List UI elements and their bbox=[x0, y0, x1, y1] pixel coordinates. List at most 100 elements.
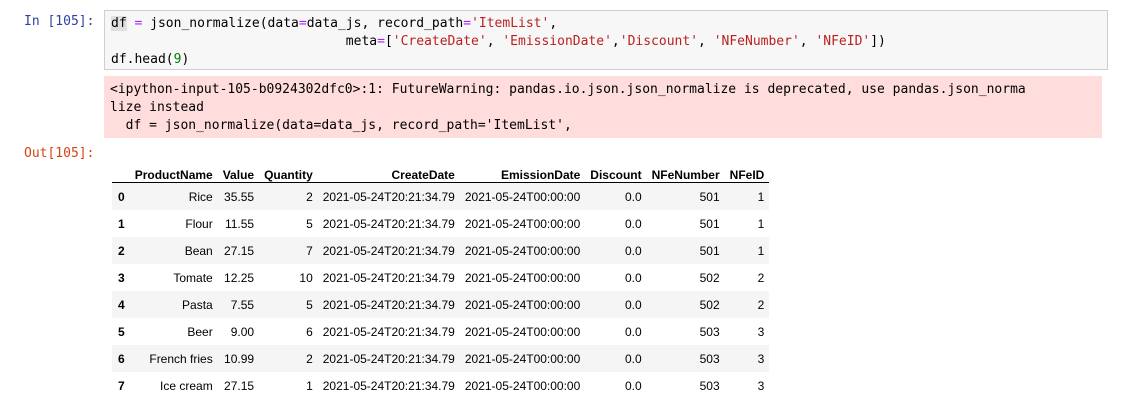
code-token: , bbox=[486, 34, 503, 49]
table-cell: 503 bbox=[699, 351, 720, 366]
table-cell: 502 bbox=[699, 270, 720, 285]
table-cell: Flour bbox=[185, 216, 213, 231]
table-cell: Ice cream bbox=[160, 378, 213, 393]
output-prompt: Out[105]: bbox=[24, 146, 95, 161]
code-token: data_js, record_path bbox=[306, 16, 464, 31]
table-cell: 7 bbox=[306, 243, 313, 258]
table-cell: 0.0 bbox=[624, 216, 642, 231]
table-cell: 2021-05-24T00:00:00 bbox=[464, 216, 581, 231]
table-cell: 0.0 bbox=[624, 189, 642, 204]
table-cell: 27.15 bbox=[224, 243, 255, 258]
table-row: 2 Bean 27.15 7 2021-05-24T20:21:34.79 20… bbox=[112, 237, 770, 264]
table-cell: Rice bbox=[188, 189, 213, 204]
stderr-line: df = json_normalize(data=data_js, record… bbox=[110, 118, 572, 133]
table-cell: 10.99 bbox=[224, 351, 255, 366]
code-operator: = bbox=[377, 34, 385, 49]
row-index: 2 bbox=[118, 243, 125, 258]
code-string: 'CreateDate' bbox=[392, 34, 487, 49]
table-cell: 2021-05-24T00:00:00 bbox=[464, 270, 581, 285]
table-cell: 3 bbox=[757, 378, 765, 393]
row-index: 3 bbox=[118, 270, 125, 285]
table-header-row: ProductName Value Quantity CreateDate Em… bbox=[112, 160, 770, 183]
table-cell: 2021-05-24T00:00:00 bbox=[464, 189, 581, 204]
column-header: CreateDate bbox=[317, 160, 460, 183]
code-cell[interactable]: df = json_normalize(data=data_js, record… bbox=[104, 10, 1108, 70]
table-cell: 5 bbox=[306, 297, 313, 312]
code-line-1: df = json_normalize(data=data_js, record… bbox=[111, 16, 557, 31]
table-cell: 2021-05-24T00:00:00 bbox=[464, 351, 581, 366]
code-token: , bbox=[611, 34, 620, 49]
table-cell: 501 bbox=[699, 243, 720, 258]
code-token: ) bbox=[181, 52, 190, 67]
code-line-2: meta=['CreateDate', 'EmissionDate','Disc… bbox=[111, 34, 886, 49]
table-cell: 0.0 bbox=[624, 351, 642, 366]
table-cell: 3 bbox=[757, 351, 765, 366]
table-row: 6 French fries 10.99 2 2021-05-24T20:21:… bbox=[112, 345, 770, 372]
code-token: ]) bbox=[870, 34, 886, 49]
code-string: 'EmissionDate' bbox=[502, 34, 612, 49]
table-cell: 2 bbox=[757, 297, 765, 312]
table-cell: 503 bbox=[699, 378, 720, 393]
table-cell: 2021-05-24T20:21:34.79 bbox=[322, 324, 455, 339]
table-cell: 12.25 bbox=[224, 270, 255, 285]
stderr-line: <ipython-input-105-b0924302dfc0>:1: Futu… bbox=[110, 82, 1026, 97]
table-cell: 2021-05-24T20:21:34.79 bbox=[322, 243, 455, 258]
table-cell: 6 bbox=[306, 324, 313, 339]
code-string: 'NFeNumber' bbox=[713, 34, 800, 49]
table-cell: Tomate bbox=[173, 270, 213, 285]
table-cell: 1 bbox=[757, 189, 765, 204]
code-string: 'Discount' bbox=[619, 34, 699, 49]
table-cell: 0.0 bbox=[624, 324, 642, 339]
code-token: meta bbox=[111, 34, 378, 49]
table-cell: 7.55 bbox=[230, 297, 255, 312]
code-operator: = bbox=[298, 16, 307, 31]
table-cell: 3 bbox=[757, 324, 765, 339]
table-cell: 501 bbox=[699, 216, 720, 231]
code-token: df bbox=[111, 16, 127, 31]
code-token: , bbox=[549, 16, 558, 31]
table-cell: 2021-05-24T20:21:34.79 bbox=[322, 216, 455, 231]
table-cell: Pasta bbox=[182, 297, 213, 312]
table-cell: 502 bbox=[699, 297, 720, 312]
code-token: , bbox=[799, 34, 816, 49]
table-cell: 2021-05-24T00:00:00 bbox=[464, 297, 581, 312]
code-string: 'ItemList' bbox=[471, 16, 550, 31]
table-cell: 0.0 bbox=[624, 378, 642, 393]
code-token: df.head( bbox=[111, 52, 174, 67]
column-header: NFeID bbox=[724, 160, 770, 183]
code-token: [ bbox=[384, 34, 393, 49]
column-header: Value bbox=[217, 160, 260, 183]
table-row: 0 Rice 35.55 2 2021-05-24T20:21:34.79 20… bbox=[112, 182, 770, 210]
table-row: 3 Tomate 12.25 10 2021-05-24T20:21:34.79… bbox=[112, 264, 769, 291]
table-cell: 5 bbox=[306, 216, 313, 231]
table-cell: 0.0 bbox=[624, 270, 642, 285]
table-cell: 1 bbox=[757, 243, 765, 258]
row-index: 1 bbox=[118, 216, 125, 231]
table-cell: French fries bbox=[149, 351, 213, 366]
table-cell: 2021-05-24T00:00:00 bbox=[464, 378, 581, 393]
table-cell: 27.15 bbox=[224, 378, 255, 393]
column-header: Discount bbox=[585, 160, 647, 183]
table-row: 5 Beer 9.00 6 2021-05-24T20:21:34.79 202… bbox=[112, 318, 769, 345]
table-cell: 2021-05-24T20:21:34.79 bbox=[322, 378, 455, 393]
dataframe-table: ProductName Value Quantity CreateDate Em… bbox=[112, 160, 770, 399]
code-string: 'NFeID' bbox=[815, 34, 871, 49]
table-cell: 9.00 bbox=[230, 324, 255, 339]
table-row: 1 Flour 11.55 5 2021-05-24T20:21:34.79 2… bbox=[112, 210, 769, 237]
table-cell: 2021-05-24T00:00:00 bbox=[464, 324, 581, 339]
table-cell: 10 bbox=[299, 270, 313, 285]
code-operator: = bbox=[463, 16, 472, 31]
column-header: NFeNumber bbox=[646, 160, 725, 183]
table-cell: 35.55 bbox=[224, 189, 255, 204]
table-cell: 2 bbox=[306, 189, 313, 204]
table-cell: 2021-05-24T20:21:34.79 bbox=[322, 351, 455, 366]
column-header: Quantity bbox=[259, 160, 318, 183]
row-index: 6 bbox=[118, 351, 125, 366]
code-line-3: df.head(9) bbox=[111, 52, 189, 67]
table-row: 4 Pasta 7.55 5 2021-05-24T20:21:34.79 20… bbox=[112, 291, 770, 318]
table-cell: 2021-05-24T20:21:34.79 bbox=[322, 270, 455, 285]
table-cell: Beer bbox=[187, 324, 213, 339]
column-header: EmissionDate bbox=[459, 160, 586, 183]
table-cell: 2021-05-24T20:21:34.79 bbox=[322, 189, 455, 204]
table-cell: 2 bbox=[757, 270, 765, 285]
